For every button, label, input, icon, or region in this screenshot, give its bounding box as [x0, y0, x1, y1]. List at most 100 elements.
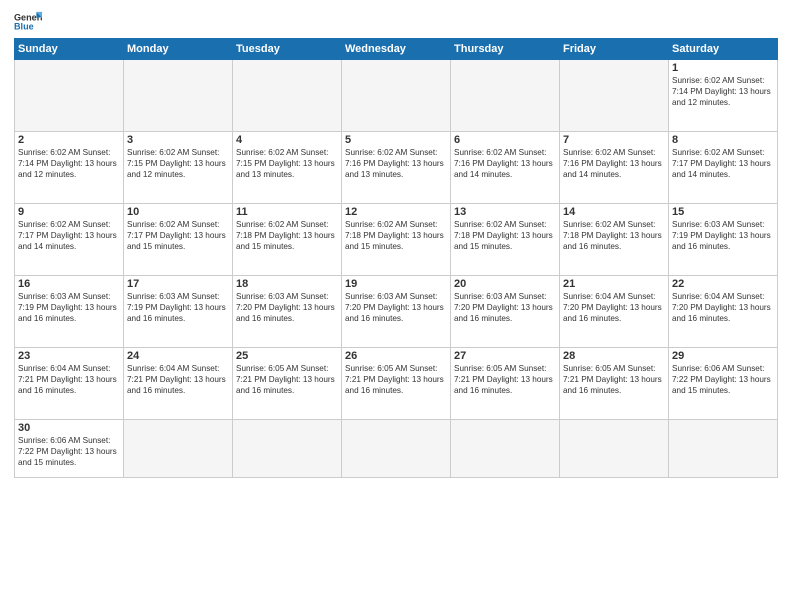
calendar-cell: 14Sunrise: 6:02 AM Sunset: 7:18 PM Dayli… — [560, 204, 669, 276]
calendar-cell: 13Sunrise: 6:02 AM Sunset: 7:18 PM Dayli… — [451, 204, 560, 276]
day-number: 21 — [563, 278, 665, 290]
day-number: 4 — [236, 134, 338, 146]
calendar-cell — [451, 420, 560, 478]
calendar-cell: 27Sunrise: 6:05 AM Sunset: 7:21 PM Dayli… — [451, 348, 560, 420]
day-number: 17 — [127, 278, 229, 290]
calendar-cell: 19Sunrise: 6:03 AM Sunset: 7:20 PM Dayli… — [342, 276, 451, 348]
day-number: 18 — [236, 278, 338, 290]
calendar-cell: 6Sunrise: 6:02 AM Sunset: 7:16 PM Daylig… — [451, 132, 560, 204]
calendar-cell: 9Sunrise: 6:02 AM Sunset: 7:17 PM Daylig… — [15, 204, 124, 276]
calendar-cell: 3Sunrise: 6:02 AM Sunset: 7:15 PM Daylig… — [124, 132, 233, 204]
col-header-saturday: Saturday — [669, 39, 778, 60]
calendar-cell — [560, 420, 669, 478]
svg-text:Blue: Blue — [14, 21, 34, 31]
calendar-cell: 12Sunrise: 6:02 AM Sunset: 7:18 PM Dayli… — [342, 204, 451, 276]
logo: General Blue — [14, 10, 42, 32]
calendar-week-row: 16Sunrise: 6:03 AM Sunset: 7:19 PM Dayli… — [15, 276, 778, 348]
day-number: 13 — [454, 206, 556, 218]
calendar-cell — [342, 60, 451, 132]
day-info: Sunrise: 6:04 AM Sunset: 7:21 PM Dayligh… — [127, 363, 229, 396]
day-info: Sunrise: 6:02 AM Sunset: 7:18 PM Dayligh… — [236, 219, 338, 252]
calendar-cell — [451, 60, 560, 132]
calendar-cell: 7Sunrise: 6:02 AM Sunset: 7:16 PM Daylig… — [560, 132, 669, 204]
day-number: 7 — [563, 134, 665, 146]
calendar-cell: 24Sunrise: 6:04 AM Sunset: 7:21 PM Dayli… — [124, 348, 233, 420]
calendar-cell: 26Sunrise: 6:05 AM Sunset: 7:21 PM Dayli… — [342, 348, 451, 420]
calendar-cell: 21Sunrise: 6:04 AM Sunset: 7:20 PM Dayli… — [560, 276, 669, 348]
day-info: Sunrise: 6:02 AM Sunset: 7:15 PM Dayligh… — [236, 147, 338, 180]
calendar-cell: 22Sunrise: 6:04 AM Sunset: 7:20 PM Dayli… — [669, 276, 778, 348]
day-number: 29 — [672, 350, 774, 362]
day-number: 19 — [345, 278, 447, 290]
day-number: 30 — [18, 422, 120, 434]
generalblue-logo-icon: General Blue — [14, 10, 42, 32]
calendar-week-row: 23Sunrise: 6:04 AM Sunset: 7:21 PM Dayli… — [15, 348, 778, 420]
day-info: Sunrise: 6:02 AM Sunset: 7:16 PM Dayligh… — [563, 147, 665, 180]
calendar-week-row: 9Sunrise: 6:02 AM Sunset: 7:17 PM Daylig… — [15, 204, 778, 276]
calendar-cell — [233, 60, 342, 132]
calendar-cell — [124, 420, 233, 478]
day-info: Sunrise: 6:03 AM Sunset: 7:19 PM Dayligh… — [127, 291, 229, 324]
calendar-cell: 29Sunrise: 6:06 AM Sunset: 7:22 PM Dayli… — [669, 348, 778, 420]
day-number: 16 — [18, 278, 120, 290]
day-info: Sunrise: 6:05 AM Sunset: 7:21 PM Dayligh… — [454, 363, 556, 396]
day-info: Sunrise: 6:03 AM Sunset: 7:20 PM Dayligh… — [236, 291, 338, 324]
calendar-week-row: 30Sunrise: 6:06 AM Sunset: 7:22 PM Dayli… — [15, 420, 778, 478]
day-info: Sunrise: 6:02 AM Sunset: 7:18 PM Dayligh… — [345, 219, 447, 252]
calendar-cell: 11Sunrise: 6:02 AM Sunset: 7:18 PM Dayli… — [233, 204, 342, 276]
calendar-cell: 4Sunrise: 6:02 AM Sunset: 7:15 PM Daylig… — [233, 132, 342, 204]
calendar-cell: 2Sunrise: 6:02 AM Sunset: 7:14 PM Daylig… — [15, 132, 124, 204]
day-info: Sunrise: 6:02 AM Sunset: 7:17 PM Dayligh… — [18, 219, 120, 252]
day-number: 27 — [454, 350, 556, 362]
calendar-cell: 17Sunrise: 6:03 AM Sunset: 7:19 PM Dayli… — [124, 276, 233, 348]
calendar-cell: 23Sunrise: 6:04 AM Sunset: 7:21 PM Dayli… — [15, 348, 124, 420]
day-info: Sunrise: 6:06 AM Sunset: 7:22 PM Dayligh… — [18, 435, 120, 468]
calendar-cell — [342, 420, 451, 478]
calendar-cell — [560, 60, 669, 132]
day-info: Sunrise: 6:02 AM Sunset: 7:14 PM Dayligh… — [672, 75, 774, 108]
calendar-table: SundayMondayTuesdayWednesdayThursdayFrid… — [14, 38, 778, 478]
col-header-tuesday: Tuesday — [233, 39, 342, 60]
day-number: 8 — [672, 134, 774, 146]
day-info: Sunrise: 6:03 AM Sunset: 7:20 PM Dayligh… — [345, 291, 447, 324]
day-info: Sunrise: 6:03 AM Sunset: 7:19 PM Dayligh… — [18, 291, 120, 324]
day-info: Sunrise: 6:05 AM Sunset: 7:21 PM Dayligh… — [236, 363, 338, 396]
calendar-cell: 10Sunrise: 6:02 AM Sunset: 7:17 PM Dayli… — [124, 204, 233, 276]
day-info: Sunrise: 6:04 AM Sunset: 7:20 PM Dayligh… — [672, 291, 774, 324]
day-number: 25 — [236, 350, 338, 362]
day-number: 1 — [672, 62, 774, 74]
day-number: 6 — [454, 134, 556, 146]
calendar-cell: 5Sunrise: 6:02 AM Sunset: 7:16 PM Daylig… — [342, 132, 451, 204]
day-info: Sunrise: 6:04 AM Sunset: 7:21 PM Dayligh… — [18, 363, 120, 396]
header: General Blue — [14, 10, 778, 32]
day-number: 22 — [672, 278, 774, 290]
day-info: Sunrise: 6:05 AM Sunset: 7:21 PM Dayligh… — [563, 363, 665, 396]
day-info: Sunrise: 6:02 AM Sunset: 7:14 PM Dayligh… — [18, 147, 120, 180]
day-info: Sunrise: 6:02 AM Sunset: 7:16 PM Dayligh… — [345, 147, 447, 180]
calendar-cell: 30Sunrise: 6:06 AM Sunset: 7:22 PM Dayli… — [15, 420, 124, 478]
page: General Blue SundayMondayTuesdayWednesda… — [0, 0, 792, 612]
day-info: Sunrise: 6:03 AM Sunset: 7:19 PM Dayligh… — [672, 219, 774, 252]
calendar-cell — [233, 420, 342, 478]
calendar-cell: 28Sunrise: 6:05 AM Sunset: 7:21 PM Dayli… — [560, 348, 669, 420]
day-number: 20 — [454, 278, 556, 290]
calendar-cell: 8Sunrise: 6:02 AM Sunset: 7:17 PM Daylig… — [669, 132, 778, 204]
calendar-cell: 18Sunrise: 6:03 AM Sunset: 7:20 PM Dayli… — [233, 276, 342, 348]
calendar-cell: 25Sunrise: 6:05 AM Sunset: 7:21 PM Dayli… — [233, 348, 342, 420]
col-header-wednesday: Wednesday — [342, 39, 451, 60]
day-info: Sunrise: 6:02 AM Sunset: 7:16 PM Dayligh… — [454, 147, 556, 180]
calendar-week-row: 1Sunrise: 6:02 AM Sunset: 7:14 PM Daylig… — [15, 60, 778, 132]
calendar-cell: 16Sunrise: 6:03 AM Sunset: 7:19 PM Dayli… — [15, 276, 124, 348]
day-info: Sunrise: 6:05 AM Sunset: 7:21 PM Dayligh… — [345, 363, 447, 396]
calendar-cell — [669, 420, 778, 478]
col-header-friday: Friday — [560, 39, 669, 60]
calendar-cell: 15Sunrise: 6:03 AM Sunset: 7:19 PM Dayli… — [669, 204, 778, 276]
day-info: Sunrise: 6:02 AM Sunset: 7:18 PM Dayligh… — [454, 219, 556, 252]
day-number: 15 — [672, 206, 774, 218]
calendar-week-row: 2Sunrise: 6:02 AM Sunset: 7:14 PM Daylig… — [15, 132, 778, 204]
col-header-sunday: Sunday — [15, 39, 124, 60]
day-number: 24 — [127, 350, 229, 362]
day-info: Sunrise: 6:02 AM Sunset: 7:15 PM Dayligh… — [127, 147, 229, 180]
col-header-thursday: Thursday — [451, 39, 560, 60]
day-number: 2 — [18, 134, 120, 146]
